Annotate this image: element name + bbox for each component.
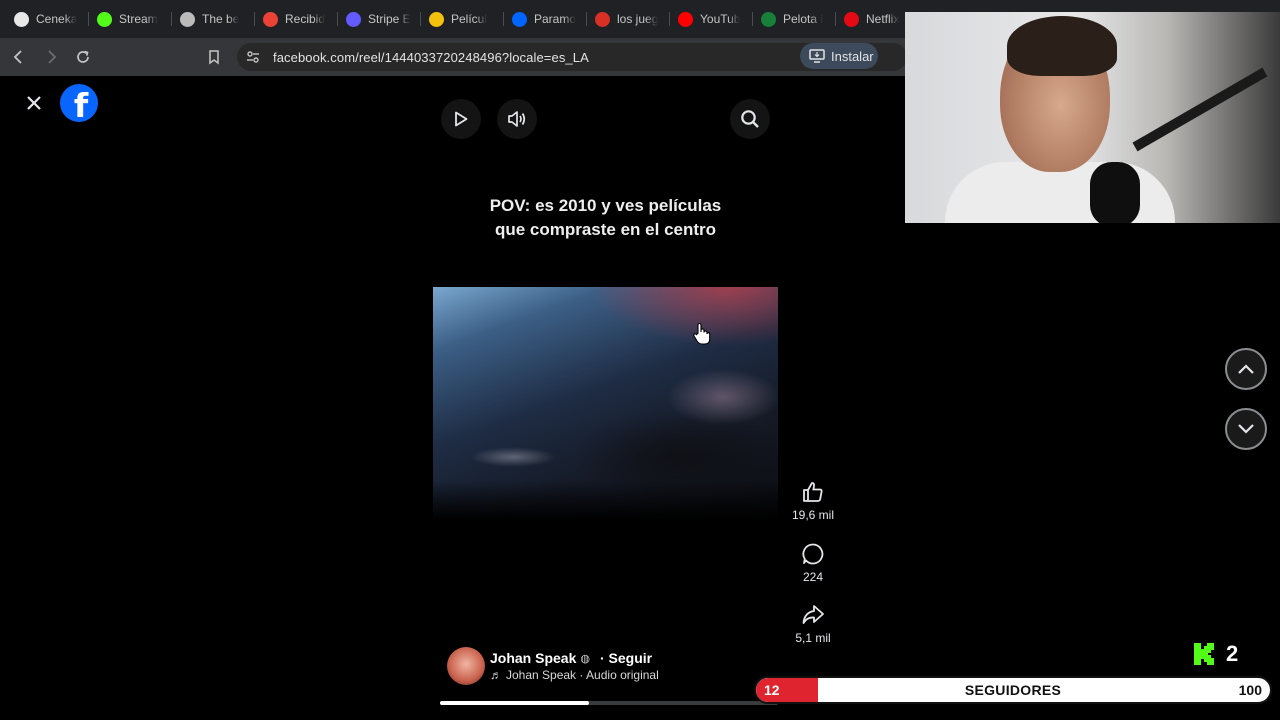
browser-tab[interactable]: Stripe E bbox=[338, 0, 421, 38]
browser-tab-label: Stripe E bbox=[368, 12, 411, 26]
thumbs-up-icon bbox=[803, 482, 823, 502]
audio-link[interactable]: ♬ Johan Speak · Audio original bbox=[490, 668, 659, 682]
reload-button[interactable] bbox=[69, 43, 97, 71]
avatar[interactable] bbox=[447, 647, 485, 685]
comment-count: 224 bbox=[802, 570, 824, 584]
play-icon bbox=[455, 111, 468, 127]
hand-cursor-icon bbox=[692, 322, 712, 351]
goal-label: SEGUIDORES bbox=[964, 682, 1062, 698]
caption-line-2: que compraste en el centro bbox=[494, 220, 717, 239]
caption-line-1: POV: es 2010 y ves películas bbox=[489, 196, 722, 215]
volume-button[interactable] bbox=[497, 99, 537, 139]
browser-tab[interactable]: Stream bbox=[89, 0, 172, 38]
browser-tab-label: The be bbox=[202, 12, 240, 26]
browser-tab-label: Stream bbox=[119, 12, 158, 26]
reel-progress-bar[interactable] bbox=[440, 701, 778, 705]
reel-video[interactable] bbox=[433, 287, 778, 520]
browser-tab[interactable]: Ceneka bbox=[6, 0, 89, 38]
close-icon bbox=[27, 96, 41, 110]
chevron-up-icon bbox=[1238, 364, 1254, 374]
browser-tab[interactable]: Paramo bbox=[504, 0, 587, 38]
reload-icon bbox=[77, 50, 89, 63]
volume-icon bbox=[508, 111, 526, 127]
browser-tab[interactable]: los jueg bbox=[587, 0, 670, 38]
browser-tab[interactable]: Recibid bbox=[255, 0, 338, 38]
browser-tab-label: Ceneka bbox=[36, 12, 78, 26]
like-count: 19,6 mil bbox=[791, 508, 835, 522]
browser-tab-label: Pelota l bbox=[783, 12, 824, 26]
next-reel-button[interactable] bbox=[1225, 408, 1267, 450]
music-note-icon: ♬ bbox=[490, 668, 502, 682]
browser-tab[interactable]: The be bbox=[172, 0, 255, 38]
reel-caption: POV: es 2010 y ves películas que compras… bbox=[433, 194, 778, 242]
site-settings-icon[interactable] bbox=[239, 50, 267, 64]
audio-label: Johan Speak · Audio original bbox=[506, 668, 659, 682]
bookmark-icon bbox=[209, 50, 219, 65]
chevron-down-icon bbox=[1238, 424, 1254, 434]
target-icon bbox=[595, 11, 610, 27]
kick-icon bbox=[97, 11, 112, 27]
search-icon bbox=[741, 110, 759, 128]
forward-button[interactable] bbox=[37, 43, 65, 71]
browser-tab[interactable]: YouTub bbox=[670, 0, 753, 38]
kick-follower-counter: 2 bbox=[1192, 641, 1238, 667]
play-button[interactable] bbox=[441, 99, 481, 139]
close-button[interactable] bbox=[17, 86, 51, 120]
sheets-icon bbox=[761, 11, 776, 27]
kick-count: 2 bbox=[1226, 641, 1239, 666]
webcam-hair bbox=[1007, 16, 1117, 76]
ceneka-icon bbox=[14, 11, 29, 27]
browser-tab-label: Películ bbox=[451, 12, 488, 26]
arrow-left-icon bbox=[13, 50, 22, 64]
browser-tab[interactable]: Películ bbox=[421, 0, 504, 38]
netflix-icon bbox=[844, 11, 859, 27]
kick-logo-icon bbox=[1194, 643, 1214, 665]
comment-icon bbox=[802, 543, 824, 565]
author-name[interactable]: Johan Speak bbox=[490, 650, 576, 666]
stripe-icon bbox=[346, 11, 361, 27]
follow-button[interactable]: · Seguir bbox=[600, 650, 652, 666]
goal-max: 100 bbox=[1238, 682, 1262, 698]
browser-tab-label: YouTub bbox=[700, 12, 741, 26]
globe-icon: ◍ bbox=[580, 652, 590, 665]
share-button[interactable]: 5,1 mil bbox=[788, 603, 838, 645]
share-count: 5,1 mil bbox=[795, 631, 831, 645]
comment-button[interactable]: 224 bbox=[788, 542, 838, 584]
like-button[interactable]: 19,6 mil bbox=[788, 480, 838, 522]
bookmark-button[interactable] bbox=[200, 43, 228, 71]
notion-icon bbox=[180, 11, 195, 27]
reel-author: Johan Speak ◍ · Seguir ♬ Johan Speak · A… bbox=[447, 647, 659, 685]
browser-tab-label: Netflix bbox=[866, 12, 900, 26]
webcam-overlay bbox=[905, 12, 1280, 223]
facebook-f-icon: f bbox=[73, 86, 89, 122]
mic-arm bbox=[1132, 67, 1268, 152]
movie-icon bbox=[429, 11, 444, 27]
previous-reel-button[interactable] bbox=[1225, 348, 1267, 390]
browser-tab-label: Recibid bbox=[285, 12, 326, 26]
arrow-right-icon bbox=[48, 50, 57, 64]
follower-goal-bar: 12 SEGUIDORES 100 bbox=[754, 676, 1272, 704]
browser-tab-label: Paramo bbox=[534, 12, 577, 26]
search-button[interactable] bbox=[730, 99, 770, 139]
share-arrow-icon bbox=[802, 605, 824, 624]
paramount-icon bbox=[512, 11, 527, 27]
url-text[interactable]: facebook.com/reel/1444033720248496?local… bbox=[273, 50, 589, 65]
browser-tab[interactable]: Pelota l bbox=[753, 0, 836, 38]
back-button[interactable] bbox=[5, 43, 33, 71]
gmail-icon bbox=[263, 11, 278, 27]
facebook-logo[interactable]: f bbox=[60, 84, 98, 122]
install-app-button[interactable]: Instalar bbox=[800, 43, 878, 69]
reel-progress-fill bbox=[440, 701, 589, 705]
microphone-icon bbox=[1090, 162, 1140, 223]
youtube-icon bbox=[678, 11, 693, 27]
install-label: Instalar bbox=[831, 48, 874, 64]
browser-tab-label: los jueg bbox=[617, 12, 659, 26]
install-monitor-icon bbox=[809, 49, 825, 63]
